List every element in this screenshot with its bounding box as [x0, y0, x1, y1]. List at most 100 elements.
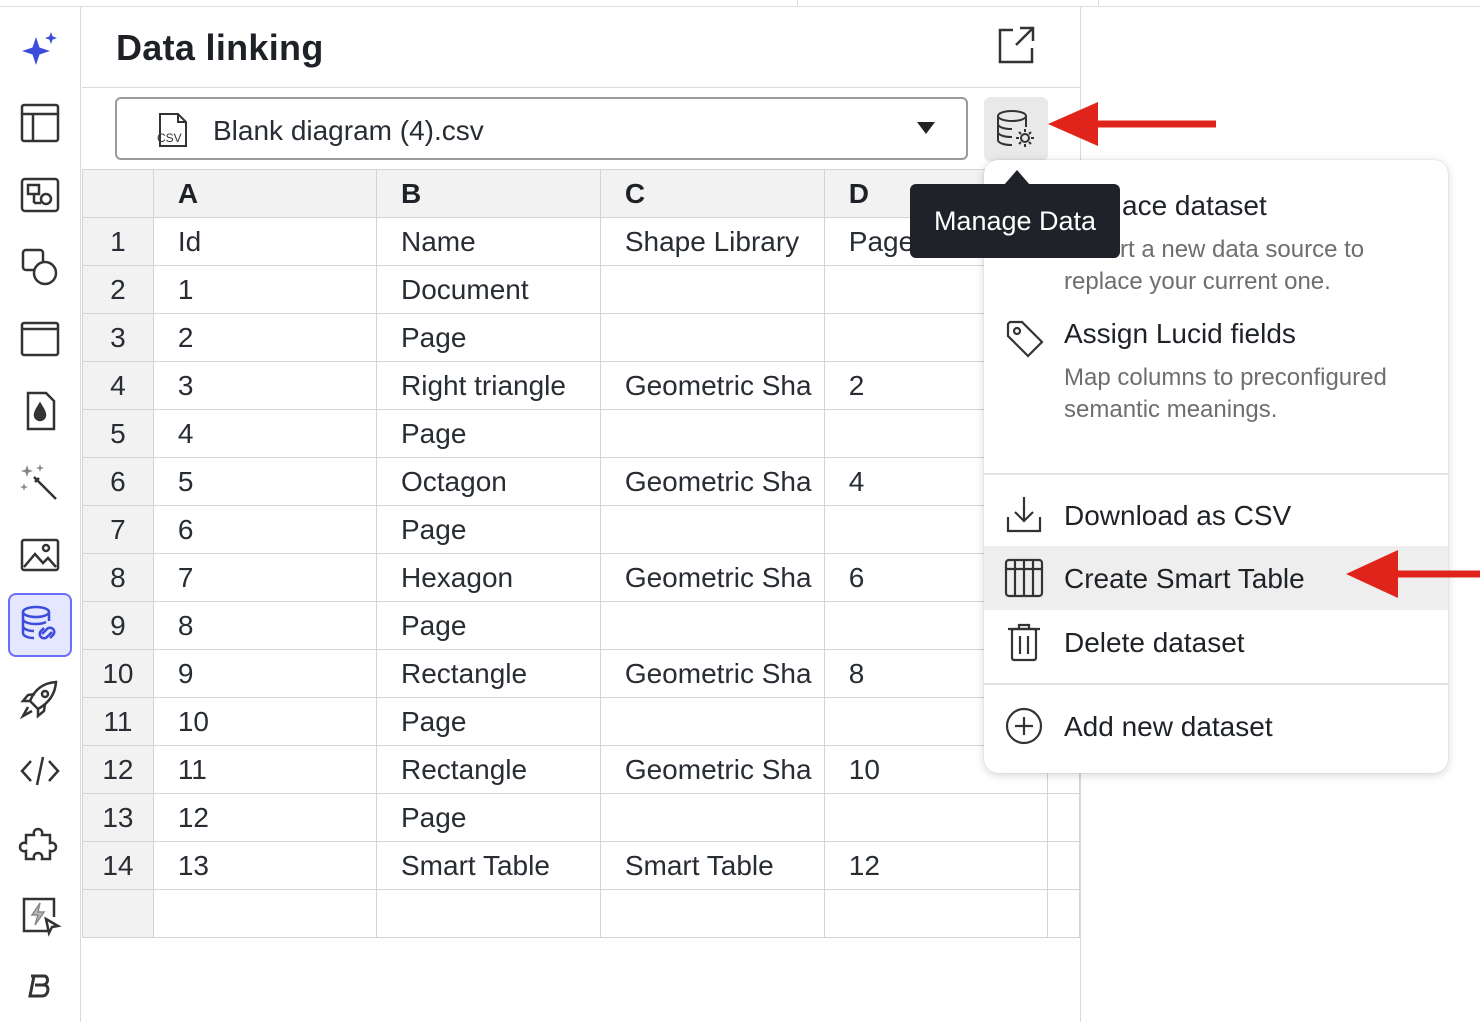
- row-number[interactable]: 10: [82, 649, 154, 698]
- table-cell[interactable]: Id: [152, 217, 378, 266]
- templates-button[interactable]: [8, 91, 72, 155]
- table-cell[interactable]: 3: [152, 361, 378, 410]
- row-number[interactable]: 7: [82, 505, 154, 554]
- menu-item-assign-lucid-fields[interactable]: Assign Lucid fields Map columns to preco…: [984, 308, 1448, 472]
- table-cell[interactable]: Page: [376, 601, 601, 650]
- table-cell[interactable]: Page: [376, 697, 601, 746]
- embed-code-button[interactable]: [8, 739, 72, 803]
- table-cell[interactable]: 1: [152, 265, 378, 314]
- table-row: 6 5 Octagon Geometric Sha 4: [82, 457, 1080, 506]
- table-cell[interactable]: Smart Table: [376, 841, 601, 890]
- data-linking-button[interactable]: [8, 593, 72, 657]
- row-number[interactable]: 5: [82, 409, 154, 458]
- table-cell[interactable]: Page: [376, 313, 601, 362]
- table-cell[interactable]: Rectangle: [376, 649, 601, 698]
- table-cell[interactable]: Page: [376, 793, 601, 842]
- table-cell[interactable]: 6: [152, 505, 378, 554]
- row-number[interactable]: 4: [82, 361, 154, 410]
- images-button[interactable]: [8, 523, 72, 587]
- table-cell[interactable]: Right triangle: [376, 361, 601, 410]
- launch-button[interactable]: [8, 667, 72, 731]
- frames-button[interactable]: [8, 307, 72, 371]
- table-cell[interactable]: Geometric Sha: [599, 649, 825, 698]
- column-header[interactable]: B: [376, 169, 601, 218]
- row-number[interactable]: 12: [82, 745, 154, 794]
- table-cell[interactable]: [599, 313, 825, 362]
- table-cell[interactable]: 12: [823, 841, 1049, 890]
- brand-button[interactable]: [8, 955, 72, 1019]
- row-number[interactable]: 1: [82, 217, 154, 266]
- table-cell[interactable]: [599, 793, 825, 842]
- table-cell[interactable]: Octagon: [376, 457, 601, 506]
- column-header[interactable]: A: [152, 169, 378, 218]
- table-cell[interactable]: Name: [376, 217, 601, 266]
- table-cell[interactable]: 13: [152, 841, 378, 890]
- dataset-dropdown[interactable]: CSV Blank diagram (4).csv: [115, 97, 968, 160]
- table-cell[interactable]: Hexagon: [376, 553, 601, 602]
- row-number[interactable]: [82, 889, 154, 938]
- table-cell[interactable]: [599, 505, 825, 554]
- table-cell[interactable]: 2: [152, 313, 378, 362]
- ai-sparkle-button[interactable]: [8, 19, 72, 83]
- table-row: 4 3 Right triangle Geometric Sha 2: [82, 361, 1080, 410]
- table-cell[interactable]: Geometric Sha: [599, 745, 825, 794]
- row-number[interactable]: 14: [82, 841, 154, 890]
- dataset-name: Blank diagram (4).csv: [213, 115, 484, 146]
- row-number[interactable]: 11: [82, 697, 154, 746]
- menu-item-add-new-dataset[interactable]: Add new dataset: [984, 694, 1448, 758]
- table-cell[interactable]: [599, 697, 825, 746]
- table-cell[interactable]: 5: [152, 457, 378, 506]
- row-number[interactable]: 6: [82, 457, 154, 506]
- table-cell[interactable]: Smart Table: [599, 841, 825, 890]
- menu-item-label: Download as CSV: [1064, 500, 1292, 531]
- row-number[interactable]: 13: [82, 793, 154, 842]
- row-number[interactable]: 8: [82, 553, 154, 602]
- shapes-button[interactable]: [8, 235, 72, 299]
- database-gear-icon: [997, 110, 1034, 147]
- popout-button[interactable]: [996, 25, 1036, 65]
- table-cell[interactable]: 10: [152, 697, 378, 746]
- menu-item-delete-dataset[interactable]: Delete dataset: [984, 610, 1448, 674]
- table-cell[interactable]: Shape Library: [599, 217, 825, 266]
- annotation-arrow: [1048, 102, 1216, 146]
- table-cell[interactable]: [1047, 793, 1080, 842]
- table-cell[interactable]: 7: [152, 553, 378, 602]
- row-number[interactable]: 9: [82, 601, 154, 650]
- table-row: 8 7 Hexagon Geometric Sha 6: [82, 553, 1080, 602]
- top-border: [0, 0, 1480, 7]
- actions-button[interactable]: [8, 883, 72, 947]
- table-cell[interactable]: [599, 889, 825, 938]
- table-cell[interactable]: Geometric Sha: [599, 361, 825, 410]
- row-number[interactable]: 3: [82, 313, 154, 362]
- table-cell[interactable]: 12: [152, 793, 378, 842]
- table-cell[interactable]: Rectangle: [376, 745, 601, 794]
- table-cell[interactable]: [376, 889, 601, 938]
- manage-data-button[interactable]: [984, 97, 1048, 161]
- table-cell[interactable]: [1047, 889, 1080, 938]
- magic-button[interactable]: [8, 451, 72, 515]
- table-cell[interactable]: Geometric Sha: [599, 457, 825, 506]
- table-cell[interactable]: [599, 265, 825, 314]
- column-header[interactable]: C: [599, 169, 825, 218]
- table-cell[interactable]: [823, 889, 1049, 938]
- menu-item-download-csv[interactable]: Download as CSV: [984, 484, 1448, 546]
- style-button[interactable]: [8, 379, 72, 443]
- table-cell[interactable]: Page: [376, 409, 601, 458]
- shape-libraries-button[interactable]: [8, 163, 72, 227]
- table-cell[interactable]: [599, 409, 825, 458]
- integrations-button[interactable]: [8, 811, 72, 875]
- table-cell[interactable]: 8: [152, 601, 378, 650]
- table-cell[interactable]: Geometric Sha: [599, 553, 825, 602]
- table-cell[interactable]: [152, 889, 378, 938]
- table-cell[interactable]: 9: [152, 649, 378, 698]
- table-cell[interactable]: [823, 793, 1049, 842]
- row-number[interactable]: 2: [82, 265, 154, 314]
- table-cell[interactable]: Document: [376, 265, 601, 314]
- puzzle-icon: [18, 827, 58, 861]
- table-cell[interactable]: 4: [152, 409, 378, 458]
- table-cell[interactable]: [599, 601, 825, 650]
- table-cell[interactable]: [1047, 841, 1080, 890]
- table-cell[interactable]: Page: [376, 505, 601, 554]
- table-cell[interactable]: 11: [152, 745, 378, 794]
- corner-cell: [82, 169, 154, 218]
